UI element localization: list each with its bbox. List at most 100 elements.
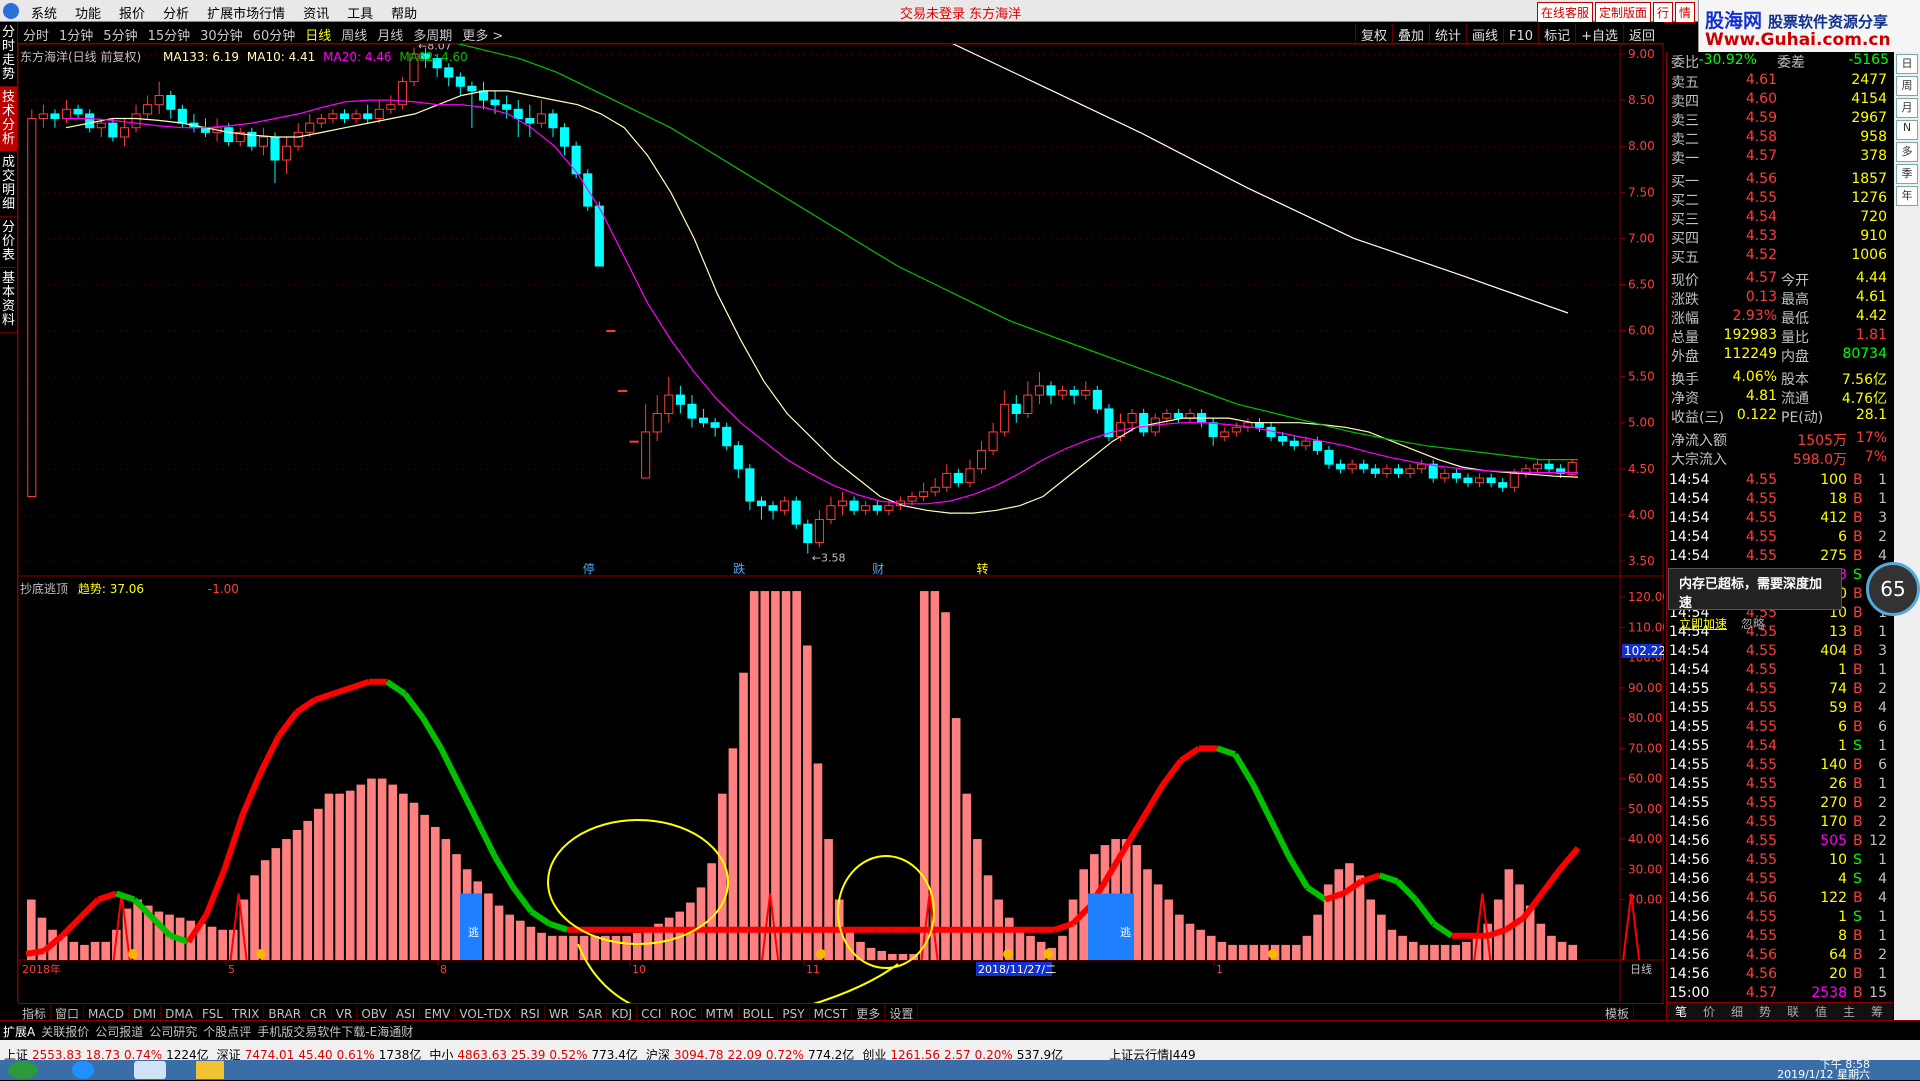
- tool-button-4[interactable]: F10: [1503, 28, 1538, 45]
- app-taskbar-icon[interactable]: [134, 1061, 166, 1079]
- ad-url[interactable]: Www.Guhai.com.cn: [1705, 30, 1891, 50]
- price-grid-dot: [720, 330, 721, 332]
- period-icon-3[interactable]: N: [1896, 120, 1918, 140]
- quote-tab-0[interactable]: 笔: [1667, 1003, 1695, 1020]
- title-button-1[interactable]: 定制版面: [1594, 2, 1651, 23]
- price-grid-dot: [924, 468, 925, 470]
- indicator-bar: [558, 935, 568, 960]
- tool-button-6[interactable]: +自选: [1575, 24, 1623, 45]
- quote-tab-4[interactable]: 联: [1779, 1003, 1807, 1020]
- price-grid-dot: [804, 192, 805, 194]
- price-grid-dot: [1260, 514, 1261, 516]
- folder-icon[interactable]: [196, 1061, 224, 1079]
- quote-tab-5[interactable]: 值: [1807, 1003, 1835, 1020]
- info-tab-1[interactable]: 关联报价: [38, 1021, 92, 1042]
- period-icon-2[interactable]: 月: [1896, 98, 1918, 118]
- price-grid-dot: [1434, 376, 1435, 378]
- chart-area[interactable]: 9.00 8.50 8.00 7.50 7.00 6.50 6.00 5.50 5.00 4.50…: [17, 30, 1670, 1022]
- price-grid-dot: [660, 514, 661, 516]
- event-label[interactable]: 跌: [733, 561, 745, 576]
- ie-icon[interactable]: [72, 1061, 94, 1079]
- info-tab-0[interactable]: 扩展A: [0, 1021, 38, 1042]
- price-grid-dot: [228, 468, 229, 470]
- price-grid-dot: [1374, 192, 1375, 194]
- speed-gauge[interactable]: 65: [1866, 562, 1920, 616]
- title-button-2[interactable]: 行: [1652, 2, 1673, 23]
- price-grid-dot: [1290, 192, 1291, 194]
- price-grid-dot: [78, 561, 79, 562]
- event-label[interactable]: 财: [872, 562, 884, 576]
- left-tab-1[interactable]: 技术分析: [0, 87, 17, 152]
- left-tab-2[interactable]: 成交明细: [0, 152, 17, 217]
- tool-button-0[interactable]: 复权: [1354, 24, 1392, 45]
- price-grid-dot: [252, 284, 253, 286]
- price-grid-dot: [1506, 146, 1507, 148]
- price-grid-dot: [696, 422, 697, 424]
- popup-ignore-link[interactable]: 忽略: [1741, 617, 1765, 631]
- price-grid-dot: [1272, 561, 1273, 562]
- event-label[interactable]: 停: [583, 561, 595, 576]
- price-grid-dot: [390, 514, 391, 516]
- ad-banner[interactable]: 股海网 股票软件资源分享 Www.Guhai.com.cn: [1698, 0, 1920, 52]
- price-grid-dot: [126, 146, 127, 148]
- left-tab-0[interactable]: 分时走势: [0, 22, 17, 87]
- price-grid-dot: [366, 468, 367, 470]
- title-button-3[interactable]: 情: [1674, 2, 1695, 23]
- info-tab-3[interactable]: 公司研究: [146, 1021, 200, 1042]
- candle-body: [953, 472, 963, 484]
- buy-signal-dot: [256, 949, 266, 959]
- price-grid-dot: [702, 468, 703, 470]
- tool-button-3[interactable]: 画线: [1466, 24, 1503, 45]
- period-icon-0[interactable]: 日: [1896, 54, 1918, 74]
- quote-tab-3[interactable]: 势: [1751, 1003, 1779, 1020]
- quote-tab-1[interactable]: 价: [1695, 1003, 1723, 1020]
- price-grid-dot: [1272, 238, 1273, 240]
- price-grid-dot: [540, 561, 541, 562]
- tick-row-15: 14:55 4.55 140 B 6: [1667, 757, 1893, 776]
- title-button-0[interactable]: 在线客服: [1536, 2, 1593, 23]
- price-grid-dot: [876, 192, 877, 194]
- candle-body: [363, 113, 373, 120]
- period-icon-6[interactable]: 年: [1896, 186, 1918, 206]
- price-grid-dot: [996, 514, 997, 516]
- price-grid-dot: [1434, 238, 1435, 240]
- price-grid-dot: [300, 330, 301, 332]
- price-grid-dot: [1230, 422, 1231, 424]
- price-grid-dot: [1086, 146, 1087, 148]
- kline-chart-svg[interactable]: 9.008.508.007.507.006.506.005.505.004.50…: [17, 30, 1670, 1022]
- price-grid-dot: [1338, 54, 1339, 55]
- tool-button-5[interactable]: 标记: [1538, 24, 1575, 45]
- indicator-bar: [898, 953, 908, 960]
- price-grid-dot: [90, 376, 91, 378]
- price-grid-dot: [876, 422, 877, 424]
- price-grid-dot: [1212, 192, 1213, 194]
- info-tab-5[interactable]: 手机版交易软件下载-E海通财: [254, 1021, 416, 1042]
- period-icon-5[interactable]: 季: [1896, 164, 1918, 184]
- popup-accelerate-link[interactable]: 立即加速: [1679, 617, 1727, 631]
- price-grid-dot: [42, 284, 43, 286]
- price-grid-dot: [1518, 376, 1519, 378]
- left-tab-4[interactable]: 基本资料: [0, 268, 17, 333]
- price-grid-dot: [1416, 192, 1417, 194]
- price-grid-dot: [1368, 238, 1369, 240]
- quote-tab-2[interactable]: 细: [1723, 1003, 1751, 1020]
- info-tab-4[interactable]: 个股点评: [200, 1021, 254, 1042]
- left-tab-3[interactable]: 分价表: [0, 217, 17, 268]
- tool-button-1[interactable]: 叠加: [1391, 24, 1429, 45]
- tick-time: 14:56: [1669, 871, 1710, 887]
- quote-tab-6[interactable]: 主: [1835, 1003, 1863, 1020]
- tool-button-2[interactable]: 统计: [1429, 24, 1466, 45]
- price-grid-dot: [1464, 192, 1465, 194]
- price-grid-dot: [1434, 284, 1435, 286]
- info-tab-2[interactable]: 公司报道: [92, 1021, 146, 1042]
- tool-button-7[interactable]: 返回: [1622, 24, 1660, 45]
- price-grid-dot: [198, 514, 199, 516]
- start-button-icon[interactable]: [8, 1061, 38, 1079]
- quote-tab-7[interactable]: 筹: [1863, 1003, 1891, 1020]
- price-grid-dot: [1584, 54, 1585, 55]
- price-grid-dot: [1542, 422, 1543, 424]
- period-icon-4[interactable]: 多: [1896, 142, 1918, 162]
- event-label[interactable]: 转: [977, 561, 989, 576]
- period-icon-1[interactable]: 周: [1896, 76, 1918, 96]
- price-grid-dot: [1446, 468, 1447, 470]
